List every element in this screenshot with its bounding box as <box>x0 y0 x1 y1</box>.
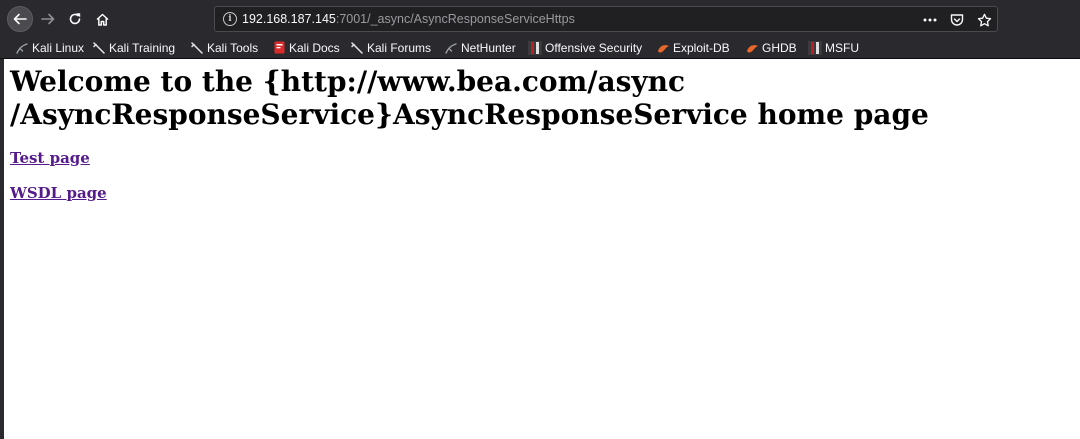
bookmark-label: Kali Training <box>109 40 176 55</box>
home-button[interactable] <box>90 7 114 31</box>
bookmark-kali-linux[interactable]: Kali Linux <box>15 39 84 56</box>
bookmark-label: Kali Docs <box>289 40 340 55</box>
bookmarks-toolbar: Kali Linux Kali Training Kali Tools Kali… <box>0 37 1080 59</box>
bookmark-offensive-security[interactable]: Offensive Security <box>528 39 642 56</box>
bookmark-ghdb[interactable]: GHDB <box>745 39 797 56</box>
page-actions-button[interactable] <box>921 11 939 29</box>
pocket-button[interactable] <box>948 11 966 29</box>
offsec-icon <box>808 40 822 55</box>
forward-button[interactable] <box>36 7 60 31</box>
page-title: Welcome to the {http://www.bea.com/async… <box>10 65 1070 131</box>
test-page-link[interactable]: Test page <box>10 149 90 167</box>
bookmark-kali-forums[interactable]: Kali Forums <box>350 39 431 56</box>
star-icon <box>977 13 991 26</box>
info-icon[interactable]: i <box>223 12 237 26</box>
kali-dragon-icon <box>92 41 106 55</box>
bookmark-star-button[interactable] <box>975 11 993 29</box>
page-title-line-1: Welcome to the {http://www.bea.com/async <box>10 65 686 98</box>
url-text[interactable]: 192.168.187.145:7001/_async/AsyncRespons… <box>242 12 575 26</box>
exploit-db-icon <box>745 41 759 55</box>
kali-dragon-icon <box>190 41 204 55</box>
bookmark-label: Offensive Security <box>545 40 643 55</box>
page-title-line-2: /AsyncResponseService}AsyncResponseServi… <box>10 98 929 131</box>
arrow-left-icon <box>13 13 27 25</box>
bookmark-nethunter[interactable]: NetHunter <box>444 39 516 56</box>
browser-toolbar: i 192.168.187.145:7001/_async/AsyncRespo… <box>0 0 1080 37</box>
bookmark-label: Exploit-DB <box>673 40 730 55</box>
offsec-icon <box>528 40 542 55</box>
bookmark-label: Kali Linux <box>32 40 85 55</box>
url-path: :7001/_async/AsyncResponseServiceHttps <box>335 12 575 26</box>
bookmark-label: Kali Tools <box>207 40 259 55</box>
bookmark-kali-tools[interactable]: Kali Tools <box>190 39 258 56</box>
back-button[interactable] <box>7 6 33 32</box>
url-actions <box>921 10 993 30</box>
bookmark-kali-training[interactable]: Kali Training <box>92 39 175 56</box>
bookmark-label: Kali Forums <box>367 40 432 55</box>
nethunter-icon <box>444 41 458 55</box>
kali-dragon-icon <box>350 41 364 55</box>
home-icon <box>95 13 109 26</box>
wsdl-page-link[interactable]: WSDL page <box>10 184 107 202</box>
page-viewport: Welcome to the {http://www.bea.com/async… <box>0 59 1080 439</box>
red-book-icon <box>272 41 286 55</box>
bookmark-kali-docs[interactable]: Kali Docs <box>272 39 340 56</box>
bookmark-label: GHDB <box>762 40 797 55</box>
pocket-icon <box>950 14 964 26</box>
bookmark-msfu[interactable]: MSFU <box>808 39 859 56</box>
ellipsis-icon <box>923 18 937 22</box>
url-bar[interactable]: i 192.168.187.145:7001/_async/AsyncRespo… <box>214 6 998 32</box>
url-host: 192.168.187.145 <box>242 12 336 26</box>
bookmark-label: NetHunter <box>461 40 516 55</box>
kali-dragon-icon <box>15 41 29 55</box>
reload-icon <box>69 13 81 25</box>
reload-button[interactable] <box>63 7 87 31</box>
exploit-db-icon <box>656 41 670 55</box>
bookmark-label: MSFU <box>825 40 859 55</box>
arrow-right-icon <box>41 13 55 25</box>
bookmark-exploit-db[interactable]: Exploit-DB <box>656 39 730 56</box>
